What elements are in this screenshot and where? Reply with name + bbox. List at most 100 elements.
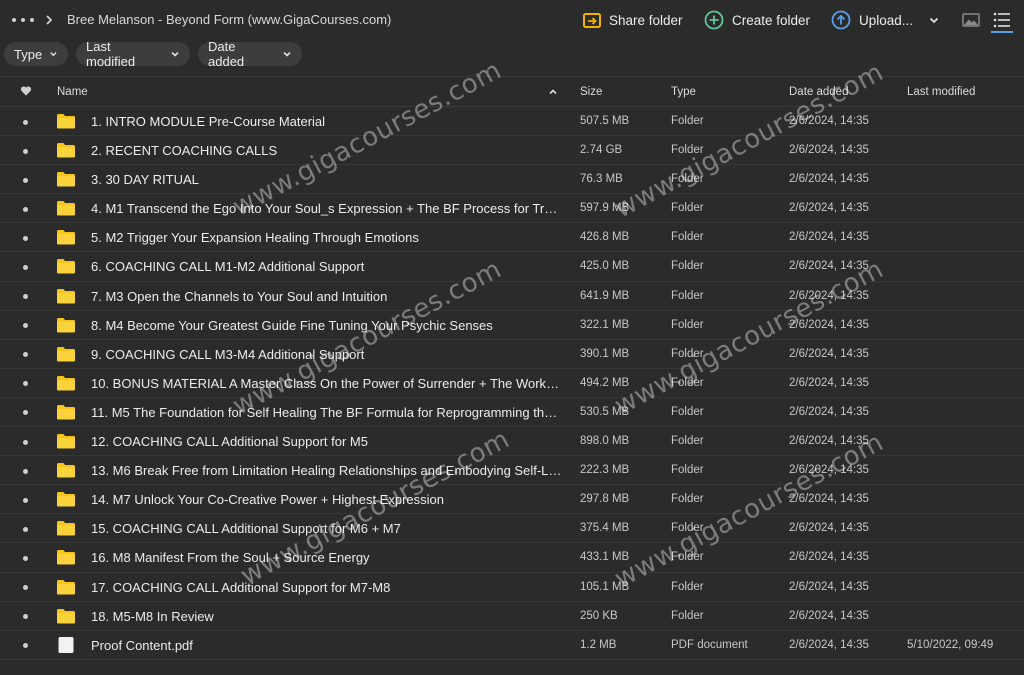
row-favorite-dot[interactable] xyxy=(23,439,28,445)
row-name: 12. COACHING CALL Additional Support for… xyxy=(91,434,368,450)
row-type: Folder xyxy=(671,144,704,157)
row-favorite-dot[interactable] xyxy=(23,206,28,212)
share-folder-button[interactable]: Share folder xyxy=(583,8,683,32)
row-date-added: 2/6/2024, 14:35 xyxy=(789,376,869,389)
table-row[interactable]: 10. BONUS MATERIAL A Master Class On the… xyxy=(0,369,1024,398)
table-row[interactable]: 11. M5 The Foundation for Self Healing T… xyxy=(0,398,1024,428)
row-size: 297.8 MB xyxy=(580,493,630,506)
row-name: 15. COACHING CALL Additional Support for… xyxy=(91,521,401,537)
row-name: 14. M7 Unlock Your Co-Creative Power + H… xyxy=(91,492,444,508)
table-row[interactable]: 3. 30 DAY RITUAL 76.3 MB Folder 2/6/2024, 1… xyxy=(0,165,1024,195)
table-row[interactable]: Proof Content.pdf 1.2 MB PDF document 2/6/2… xyxy=(0,631,1024,660)
table-row[interactable]: 12. COACHING CALL Additional Support for… xyxy=(0,427,1024,457)
row-favorite-dot[interactable] xyxy=(23,526,28,532)
row-type: Folder xyxy=(671,173,704,186)
share-folder-icon xyxy=(583,13,601,28)
create-folder-button[interactable]: Create folder xyxy=(704,8,810,32)
table-row[interactable]: 4. M1 Transcend the Ego Into Your Soul_s… xyxy=(0,194,1024,224)
folder-icon xyxy=(57,375,75,391)
row-favorite-dot[interactable] xyxy=(23,177,28,183)
folder-icon xyxy=(57,171,75,187)
upload-button[interactable]: Upload... xyxy=(831,8,941,32)
row-favorite-dot[interactable] xyxy=(23,148,28,154)
row-date-added: 2/6/2024, 14:35 xyxy=(789,638,869,651)
row-name: Proof Content.pdf xyxy=(91,637,193,653)
row-favorite-dot[interactable] xyxy=(23,614,28,620)
file-table: Name Size Type Date added Last modified … xyxy=(0,76,1024,660)
type-filter[interactable]: Type xyxy=(4,42,68,66)
chevron-down-icon xyxy=(50,52,57,57)
column-name[interactable]: Name xyxy=(57,86,88,98)
row-date-added: 2/6/2024, 14:35 xyxy=(789,144,869,157)
row-favorite-dot[interactable] xyxy=(23,381,28,387)
row-favorite-dot[interactable] xyxy=(23,643,28,649)
row-date-added: 2/6/2024, 14:35 xyxy=(789,289,869,302)
row-favorite-dot[interactable] xyxy=(23,585,28,590)
table-row[interactable]: 7. M3 Open the Channels to Your Soul and… xyxy=(0,282,1024,311)
folder-icon xyxy=(57,491,75,507)
date-added-filter[interactable]: Date added xyxy=(198,39,302,69)
row-name: 7. M3 Open the Channels to Your Soul and… xyxy=(91,288,388,304)
folder-icon xyxy=(57,549,75,565)
table-row[interactable]: 5. M2 Trigger Your Expansion Healing Thr… xyxy=(0,223,1024,253)
folder-icon xyxy=(57,520,75,536)
breadcrumb[interactable]: Bree Melanson - Beyond Form (www.GigaCou… xyxy=(67,12,391,27)
table-row[interactable]: 8. M4 Become Your Greatest Guide Fine Tu… xyxy=(0,311,1024,340)
column-date-added[interactable]: Date added xyxy=(789,86,848,98)
table-row[interactable]: 18. M5-M8 In Review 250 KB Folder 2/6/2024,… xyxy=(0,602,1024,631)
row-favorite-dot[interactable] xyxy=(23,410,28,416)
table-row[interactable]: 9. COACHING CALL M3-M4 Additional Suppor… xyxy=(0,340,1024,369)
create-folder-label: Create folder xyxy=(732,12,811,28)
row-favorite-dot[interactable] xyxy=(23,235,28,241)
last-modified-filter[interactable]: Last modified xyxy=(76,39,190,69)
list-view-icon[interactable] xyxy=(992,10,1012,30)
row-size: 390.1 MB xyxy=(580,347,630,360)
active-view-indicator xyxy=(991,31,1013,33)
row-name: 2. RECENT COACHING CALLS xyxy=(91,143,278,159)
folder-icon xyxy=(57,288,75,304)
chevron-down-icon xyxy=(171,51,179,57)
row-type: Folder xyxy=(671,435,704,448)
table-row[interactable]: 2. RECENT COACHING CALLS 2.74 GB Folder 2/6… xyxy=(0,136,1024,166)
table-row[interactable]: 13. M6 Break Free from Limitation Healin… xyxy=(0,456,1024,486)
row-favorite-dot[interactable] xyxy=(23,119,28,125)
thumbnail-view-icon[interactable] xyxy=(961,10,981,30)
table-row[interactable]: 14. M7 Unlock Your Co-Creative Power + H… xyxy=(0,485,1024,515)
heart-icon[interactable] xyxy=(20,85,32,97)
sort-ascending-icon[interactable] xyxy=(548,87,558,97)
row-date-added: 2/6/2024, 14:35 xyxy=(789,115,869,127)
filter-bar: Type Last modified Date added xyxy=(0,39,1024,69)
chevron-down-icon xyxy=(283,51,291,57)
column-last-modified[interactable]: Last modified xyxy=(907,86,975,98)
row-size: 641.9 MB xyxy=(580,289,630,302)
row-favorite-dot[interactable] xyxy=(23,294,28,300)
table-row[interactable]: 15. COACHING CALL Additional Support for… xyxy=(0,514,1024,544)
pdf-file-icon xyxy=(57,636,75,653)
row-name: 11. M5 The Foundation for Self Healing T… xyxy=(91,404,563,420)
table-row[interactable]: 16. M8 Manifest From the Soul + Source E… xyxy=(0,543,1024,573)
row-type: Folder xyxy=(671,231,704,244)
row-size: 425.0 MB xyxy=(580,260,630,273)
more-options-icon[interactable] xyxy=(12,12,34,28)
row-favorite-dot[interactable] xyxy=(23,264,28,270)
row-name: 18. M5-M8 In Review xyxy=(91,608,214,624)
row-favorite-dot[interactable] xyxy=(23,323,28,329)
folder-icon xyxy=(57,462,75,478)
table-body: 1. INTRO MODULE Pre-Course Material 507.5… xyxy=(0,107,1024,660)
row-size: 76.3 MB xyxy=(580,173,623,186)
column-type[interactable]: Type xyxy=(671,86,696,98)
row-size: 426.8 MB xyxy=(580,231,630,244)
table-row[interactable]: 17. COACHING CALL Additional Support for… xyxy=(0,573,1024,602)
row-favorite-dot[interactable] xyxy=(23,352,28,358)
row-date-added: 2/6/2024, 14:35 xyxy=(789,522,869,535)
row-favorite-dot[interactable] xyxy=(23,497,28,503)
row-favorite-dot[interactable] xyxy=(23,468,28,474)
folder-icon xyxy=(57,608,75,624)
table-row[interactable]: 6. COACHING CALL M1-M2 Additional Suppor… xyxy=(0,252,1024,282)
column-size[interactable]: Size xyxy=(580,86,602,98)
row-name: 3. 30 DAY RITUAL xyxy=(91,172,199,188)
table-row[interactable]: 1. INTRO MODULE Pre-Course Material 507.5… xyxy=(0,107,1024,137)
folder-icon xyxy=(57,579,75,595)
row-favorite-dot[interactable] xyxy=(23,555,28,561)
row-type: Folder xyxy=(671,347,704,360)
